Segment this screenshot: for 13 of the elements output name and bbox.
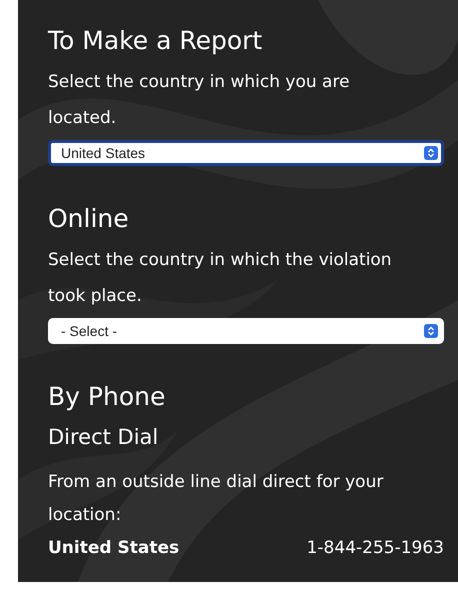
instruction-text: Select the country in which the violation took place. bbox=[48, 249, 393, 308]
country-name: United States bbox=[48, 537, 180, 560]
section-heading: By Phone bbox=[48, 381, 166, 413]
stepper-icon bbox=[424, 146, 438, 160]
instruction-text: From an outside line dial direct for your location: bbox=[48, 471, 384, 527]
section-heading: To Make a Report bbox=[48, 25, 264, 57]
section-heading: Online bbox=[48, 203, 130, 235]
country-select[interactable]: United States bbox=[48, 140, 444, 166]
stepper-icon bbox=[424, 324, 438, 338]
phone-number: 1-844-255-1963 bbox=[306, 537, 444, 560]
country-select[interactable]: - Select - bbox=[48, 318, 444, 344]
subheading: Direct Dial bbox=[48, 424, 160, 451]
instruction-text: Select the country in which you are located. bbox=[48, 71, 351, 130]
